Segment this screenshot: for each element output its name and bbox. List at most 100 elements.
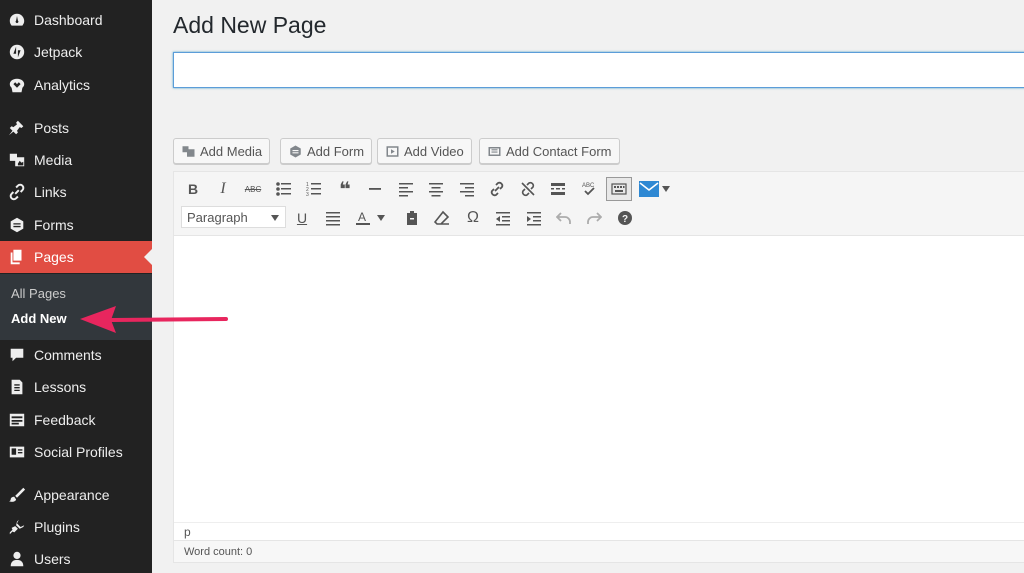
paste-as-text-button[interactable] (400, 206, 424, 230)
sidebar-item-analytics[interactable]: Analytics (0, 69, 152, 101)
sidebar-item-label: Social Profiles (34, 444, 123, 460)
redo-icon (587, 212, 602, 224)
sidebar-item-users[interactable]: Users (0, 543, 152, 573)
sidebar-item-dashboard[interactable]: Dashboard (0, 4, 152, 36)
editor-content-area[interactable] (174, 236, 1024, 522)
sidebar-item-comments[interactable]: Comments (0, 339, 152, 371)
forms-icon (287, 143, 303, 159)
spellcheck-button[interactable]: ABC (577, 177, 601, 201)
text-color-button[interactable]: A (351, 206, 375, 230)
redo-button[interactable] (582, 206, 606, 230)
insert-link-button[interactable] (485, 177, 509, 201)
decrease-indent-button[interactable] (491, 206, 515, 230)
sidebar-item-label: Forms (34, 217, 74, 233)
read-more-button[interactable] (546, 177, 570, 201)
sidebar-item-links[interactable]: Links (0, 176, 152, 208)
sidebar-item-label: Lessons (34, 379, 87, 395)
sidebar-item-label: Appearance (34, 487, 110, 503)
dashboard-icon (7, 10, 27, 30)
sidebar-item-label: Media (34, 152, 73, 168)
format-select[interactable]: Paragraph (181, 206, 286, 228)
sidebar-item-jetpack[interactable]: Jetpack (0, 36, 152, 68)
eraser-icon (434, 210, 450, 225)
align-left-button[interactable] (394, 177, 418, 201)
element-path: p (174, 522, 1024, 540)
numbered-list-icon: 123 (306, 182, 321, 197)
keyboard-icon (611, 183, 627, 195)
sidebar-item-label: Feedback (34, 412, 96, 428)
omega-icon: Ω (467, 209, 479, 226)
word-count: Word count: 0 (174, 540, 1024, 562)
sidebar-item-label: Posts (34, 120, 70, 136)
quote-icon: ❝ (339, 178, 351, 201)
blockquote-button[interactable]: ❝ (333, 177, 357, 201)
align-right-button[interactable] (455, 177, 479, 201)
submenu-add-new[interactable]: Add New (11, 311, 67, 326)
sidebar-item-appearance[interactable]: Appearance (0, 479, 152, 511)
bold-icon: B (187, 181, 199, 197)
contact-form-icon (486, 143, 502, 159)
sidebar-item-feedback[interactable]: Feedback (0, 404, 152, 436)
toolbar-toggle-button[interactable] (606, 177, 632, 201)
sidebar-item-label: Comments (34, 347, 102, 363)
increase-indent-button[interactable] (522, 206, 546, 230)
remove-link-button[interactable] (516, 177, 540, 201)
bold-button[interactable]: B (181, 177, 205, 201)
text-color-icon: A (356, 210, 370, 225)
svg-text:?: ? (622, 214, 628, 225)
sidebar-item-social-profiles[interactable]: Social Profiles (0, 436, 152, 468)
analytics-icon (7, 75, 27, 95)
sidebar-item-media[interactable]: Media (0, 144, 152, 176)
italic-button[interactable]: I (211, 177, 235, 201)
pages-submenu: All Pages Add New (0, 274, 152, 340)
pages-icon (7, 247, 27, 267)
align-center-button[interactable] (424, 177, 448, 201)
sidebar-item-lessons[interactable]: Lessons (0, 371, 152, 403)
underline-button[interactable]: U (290, 206, 314, 230)
submenu-all-pages[interactable]: All Pages (11, 286, 66, 301)
add-form-button[interactable]: Add Form (280, 138, 373, 164)
sidebar-item-forms[interactable]: Forms (0, 209, 152, 241)
sidebar-item-plugins[interactable]: Plugins (0, 511, 152, 543)
plugin-icon (7, 517, 27, 537)
page-title-input[interactable] (173, 52, 1024, 88)
sidebar-item-label: Jetpack (34, 44, 83, 60)
sidebar-item-label: Links (34, 184, 67, 200)
numbered-list-button[interactable]: 123 (302, 177, 326, 201)
add-media-button[interactable]: Add Media (173, 138, 271, 164)
special-character-button[interactable]: Ω (461, 206, 485, 230)
sidebar-item-label: Plugins (34, 519, 80, 535)
align-center-icon (429, 183, 443, 197)
add-contact-form-button[interactable]: Add Contact Form (479, 138, 620, 164)
strikethrough-icon: ABC (244, 184, 262, 194)
mail-insert-dropdown[interactable] (659, 177, 673, 201)
chevron-down-icon (271, 215, 279, 221)
align-left-icon (399, 183, 413, 197)
mail-insert-button[interactable] (638, 177, 660, 201)
sidebar-item-label: Users (34, 551, 71, 567)
clear-formatting-button[interactable] (430, 206, 454, 230)
justify-button[interactable] (321, 206, 345, 230)
editor-toolbar: B I ABC 123 ❝ ABC Paragraph U A Ω ? (174, 172, 1024, 236)
text-color-dropdown[interactable] (374, 206, 388, 230)
horizontal-line-button[interactable] (363, 177, 387, 201)
bulleted-list-icon (276, 182, 291, 196)
sidebar-item-label: Pages (34, 249, 74, 265)
id-card-icon (7, 442, 27, 462)
button-label: Add Video (404, 143, 464, 159)
bulleted-list-button[interactable] (272, 177, 296, 201)
strikethrough-button[interactable]: ABC (241, 177, 265, 201)
svg-text:A: A (358, 210, 366, 224)
horizontal-line-icon (369, 188, 381, 190)
align-right-icon (460, 183, 474, 197)
add-video-button[interactable]: Add Video (377, 138, 472, 164)
keyboard-shortcuts-button[interactable]: ? (613, 206, 637, 230)
outdent-icon (496, 212, 510, 226)
comment-icon (7, 345, 27, 365)
sidebar-item-label: Dashboard (34, 12, 103, 28)
sidebar-item-pages[interactable]: Pages (0, 241, 152, 273)
format-select-value: Paragraph (187, 209, 248, 225)
sidebar-item-posts[interactable]: Posts (0, 112, 152, 144)
video-icon (384, 143, 400, 159)
undo-button[interactable] (552, 206, 576, 230)
